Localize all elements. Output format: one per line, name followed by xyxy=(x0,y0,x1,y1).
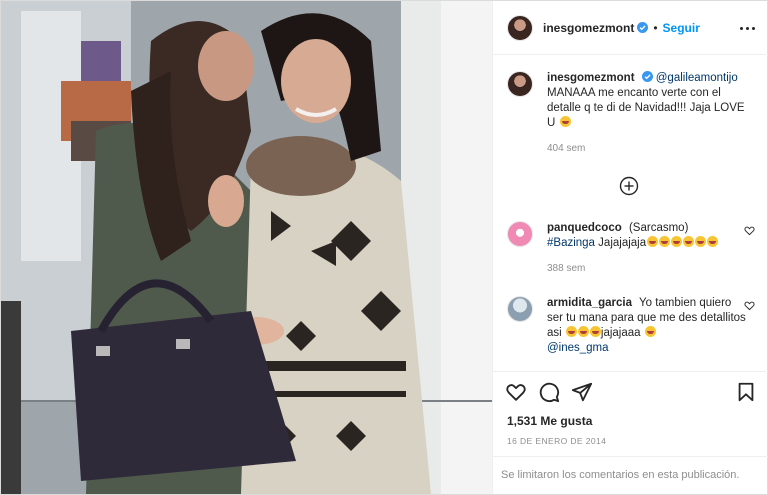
plus-circle-icon[interactable] xyxy=(619,176,639,196)
comment-icon[interactable] xyxy=(538,381,560,403)
post-photo[interactable] xyxy=(1,1,492,494)
comment-tail: Jajajajaja xyxy=(598,237,647,249)
comment-tail: jajajaaa xyxy=(600,327,641,339)
caption-username[interactable]: inesgomezmont xyxy=(547,72,635,84)
verified-badge-icon xyxy=(641,71,653,82)
laughing-emoji-icon xyxy=(577,326,589,337)
comment-mention[interactable]: @ines_gma xyxy=(547,342,609,354)
caption-mention[interactable]: @galileamontijo xyxy=(656,72,738,84)
tongue-emoji-icon xyxy=(559,116,571,127)
comments-section: inesgomezmont @galileamontijo MANAAA me … xyxy=(493,56,768,371)
heart-icon[interactable] xyxy=(505,381,527,403)
post-sidebar: inesgomezmont • Seguir inesgomezmont @ga… xyxy=(492,1,768,494)
post-header: inesgomezmont • Seguir xyxy=(493,1,768,55)
comments-limited-notice: Se limitaron los comentarios en esta pub… xyxy=(493,456,768,493)
bookmark-icon[interactable] xyxy=(735,381,757,403)
comment-time[interactable]: 388 sem xyxy=(547,261,747,276)
post-date[interactable]: 16 DE ENERO DE 2014 xyxy=(507,436,606,446)
like-comment-heart-icon[interactable] xyxy=(744,225,755,236)
laughing-emoji-icon xyxy=(589,326,601,337)
caption: inesgomezmont @galileamontijo MANAAA me … xyxy=(507,71,755,156)
like-comment-heart-icon[interactable] xyxy=(744,300,755,311)
follow-button[interactable]: Seguir xyxy=(663,21,700,35)
comment-item: armidita_garcia Yo tambien quiero ser tu… xyxy=(507,296,755,356)
laughing-emoji-icon xyxy=(647,236,659,247)
more-options-icon[interactable] xyxy=(738,20,756,36)
laughing-emoji-icon xyxy=(695,236,707,247)
author-avatar[interactable] xyxy=(507,14,533,41)
caption-time[interactable]: 404 sem xyxy=(547,141,747,156)
comment-item: panquedcoco (Sarcasmo) #Bazinga Jajajaja… xyxy=(507,221,755,276)
comment-text: (Sarcasmo) xyxy=(628,222,689,234)
laughing-emoji-icon xyxy=(659,236,671,247)
laughing-emoji-icon xyxy=(565,326,577,337)
commenter-avatar[interactable] xyxy=(507,296,533,322)
paper-plane-icon[interactable] xyxy=(571,381,593,403)
verified-badge-icon xyxy=(637,22,649,33)
author-username[interactable]: inesgomezmont xyxy=(543,21,634,35)
commenter-username[interactable]: armidita_garcia xyxy=(547,297,632,309)
post-actions: 1,531 Me gusta 16 DE ENERO DE 2014 Se li… xyxy=(493,371,768,493)
tongue-emoji-icon xyxy=(644,326,656,337)
likes-count[interactable]: 1,531 Me gusta xyxy=(507,414,592,428)
laughing-emoji-icon xyxy=(707,236,719,247)
caption-text: MANAAA me encanto verte con el detalle q… xyxy=(547,87,745,129)
post-photo-illustration xyxy=(1,1,492,494)
header-separator: • xyxy=(653,20,658,35)
comment-hashtag[interactable]: #Bazinga xyxy=(547,237,595,249)
instagram-post: inesgomezmont • Seguir inesgomezmont @ga… xyxy=(0,0,768,495)
caption-avatar[interactable] xyxy=(507,71,533,97)
commenter-username[interactable]: panquedcoco xyxy=(547,222,622,234)
commenter-avatar[interactable] xyxy=(507,221,533,247)
laughing-emoji-icon xyxy=(683,236,695,247)
laughing-emoji-icon xyxy=(671,236,683,247)
